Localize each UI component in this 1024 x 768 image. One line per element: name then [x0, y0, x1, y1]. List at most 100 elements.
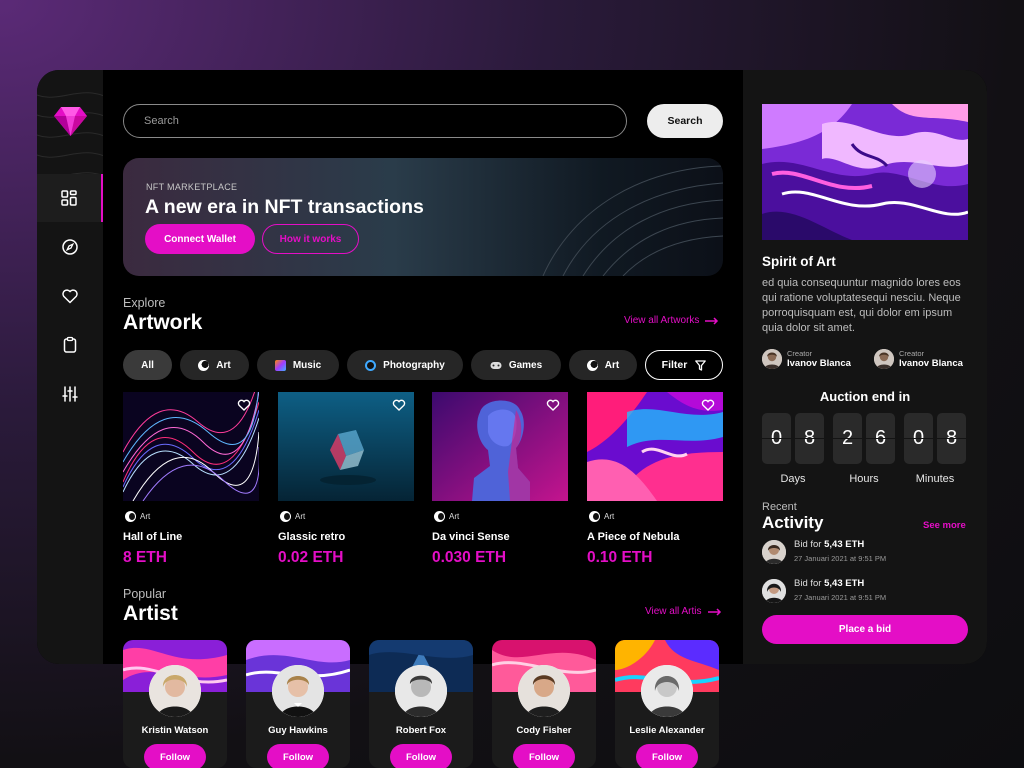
heart-icon[interactable] — [237, 398, 251, 412]
how-it-works-button[interactable]: How it works — [262, 224, 359, 254]
follow-button[interactable]: Follow — [144, 744, 206, 768]
chip-label: Games — [508, 359, 543, 371]
category-label: Art — [604, 512, 615, 521]
artwork-price: 0.02 ETH — [278, 549, 344, 566]
category-label: Art — [295, 512, 306, 521]
activity-kicker: Recent — [762, 501, 797, 513]
activity-bid-text: Bid for 5,43 ETH — [794, 578, 864, 589]
artist-card[interactable]: Leslie Alexander Follow — [615, 640, 719, 768]
connect-wallet-button[interactable]: Connect Wallet — [145, 224, 255, 254]
artwork-image — [123, 392, 259, 501]
nav-clipboard[interactable] — [37, 321, 103, 369]
nav-dashboard[interactable] — [37, 174, 103, 222]
artwork-card[interactable]: Art A Piece of Nebula 0.10 ETH — [587, 392, 723, 566]
creator-chip[interactable]: Creator Ivanov Blanca — [762, 349, 851, 369]
countdown-unit-minutes: Minutes — [915, 473, 955, 485]
activity-title: Activity — [762, 513, 824, 532]
nav-settings[interactable] — [37, 370, 103, 418]
chip-art-2[interactable]: Art — [569, 350, 637, 380]
artist-name: Robert Fox — [395, 725, 447, 736]
place-bid-button[interactable]: Place a bid — [762, 615, 968, 644]
artwork-card[interactable]: Art Glassic retro 0.02 ETH — [278, 392, 414, 566]
auction-title: Auction end in — [819, 389, 911, 404]
category-tag: Art — [280, 511, 305, 522]
view-all-artworks-label: View all Artworks — [624, 315, 700, 326]
countdown-digit: 6 — [866, 413, 895, 464]
countdown-unit-days: Days — [780, 473, 806, 485]
topo-decoration — [542, 165, 723, 276]
nav-favorites[interactable] — [37, 272, 103, 320]
artwork-price: 0.10 ETH — [587, 549, 653, 566]
hero-title: A new era in NFT transactions — [145, 196, 424, 218]
artist-card[interactable]: Kristin Watson Follow — [123, 640, 227, 768]
compass-icon — [62, 239, 78, 255]
featured-title: Spirit of Art — [762, 254, 836, 269]
artwork-price: 8 ETH — [123, 549, 167, 566]
follow-button[interactable]: Follow — [267, 744, 329, 768]
artwork-name: Glassic retro — [278, 531, 346, 543]
chip-photography[interactable]: Photography — [347, 350, 463, 380]
heart-icon[interactable] — [701, 398, 715, 412]
chip-games[interactable]: Games — [471, 350, 561, 380]
artist-name: Kristin Watson — [141, 725, 209, 736]
artwork-image — [587, 392, 723, 501]
follow-button[interactable]: Follow — [390, 744, 452, 768]
heart-icon[interactable] — [546, 398, 560, 412]
countdown-digit: 2 — [833, 413, 862, 464]
activity-prefix: Bid for — [794, 578, 822, 589]
creator-name: Ivanov Blanca — [899, 358, 963, 369]
activity-item: Bid for 5,43 ETH 27 Januari 2021 at 9:51… — [762, 538, 972, 568]
category-tag: Art — [125, 511, 150, 522]
detail-panel: Spirit of Art ed quia consequuntur magni… — [743, 70, 987, 664]
artwork-image — [432, 392, 568, 501]
search-input[interactable] — [123, 104, 627, 138]
artwork-card[interactable]: Art Hall of Line 8 ETH — [123, 392, 259, 566]
artist-kicker: Popular — [123, 587, 167, 601]
filter-button[interactable]: Filter — [645, 350, 723, 380]
featured-artwork-image[interactable] — [762, 104, 968, 240]
hero-banner: NFT MARKETPLACE A new era in NFT transac… — [123, 158, 723, 276]
arrow-right-icon — [705, 316, 719, 325]
search-button[interactable]: Search — [647, 104, 723, 138]
artist-avatar — [641, 665, 693, 717]
artwork-price: 0.030 ETH — [432, 549, 507, 566]
artwork-card[interactable]: Art Da vinci Sense 0.030 ETH — [432, 392, 568, 566]
music-icon — [274, 359, 286, 371]
category-tag: Art — [589, 511, 614, 522]
follow-button[interactable]: Follow — [636, 744, 698, 768]
view-all-artworks-link[interactable]: View all Artworks — [624, 315, 719, 326]
category-label: Art — [449, 512, 460, 521]
chip-all[interactable]: All — [123, 350, 172, 380]
sliders-icon — [62, 386, 78, 402]
chip-art[interactable]: Art — [180, 350, 249, 380]
view-all-artists-link[interactable]: View all Artis — [645, 606, 722, 617]
creator-avatar — [762, 349, 782, 369]
artist-name: Guy Hawkins — [268, 725, 328, 736]
creator-label: Creator — [899, 349, 925, 358]
chip-music[interactable]: Music — [257, 350, 339, 380]
activity-prefix: Bid for — [794, 539, 822, 550]
creator-chip[interactable]: Creator Ivanov Blanca — [874, 349, 963, 369]
see-more-link[interactable]: See more — [923, 520, 966, 531]
art-icon — [589, 511, 600, 522]
diamond-logo-icon[interactable] — [54, 106, 87, 136]
artist-card[interactable]: Cody Fisher Follow — [492, 640, 596, 768]
art-icon — [280, 511, 291, 522]
activity-time: 27 Januari 2021 at 9:51 PM — [794, 554, 887, 563]
artist-avatar — [149, 665, 201, 717]
clipboard-icon — [63, 336, 77, 353]
artwork-name: A Piece of Nebula — [587, 531, 680, 543]
activity-avatar — [762, 579, 786, 603]
activity-amount: 5,43 ETH — [824, 539, 865, 550]
art-icon — [434, 511, 445, 522]
artist-card[interactable]: Robert Fox Follow — [369, 640, 473, 768]
category-tag: Art — [434, 511, 459, 522]
camera-icon — [365, 359, 377, 371]
follow-button[interactable]: Follow — [513, 744, 575, 768]
activity-amount: 5,43 ETH — [824, 578, 865, 589]
heart-icon[interactable] — [392, 398, 406, 412]
artwork-name: Da vinci Sense — [432, 531, 510, 543]
artist-card[interactable]: Guy Hawkins Follow — [246, 640, 350, 768]
nav-explore[interactable] — [37, 223, 103, 271]
countdown-digit: 8 — [795, 413, 824, 464]
